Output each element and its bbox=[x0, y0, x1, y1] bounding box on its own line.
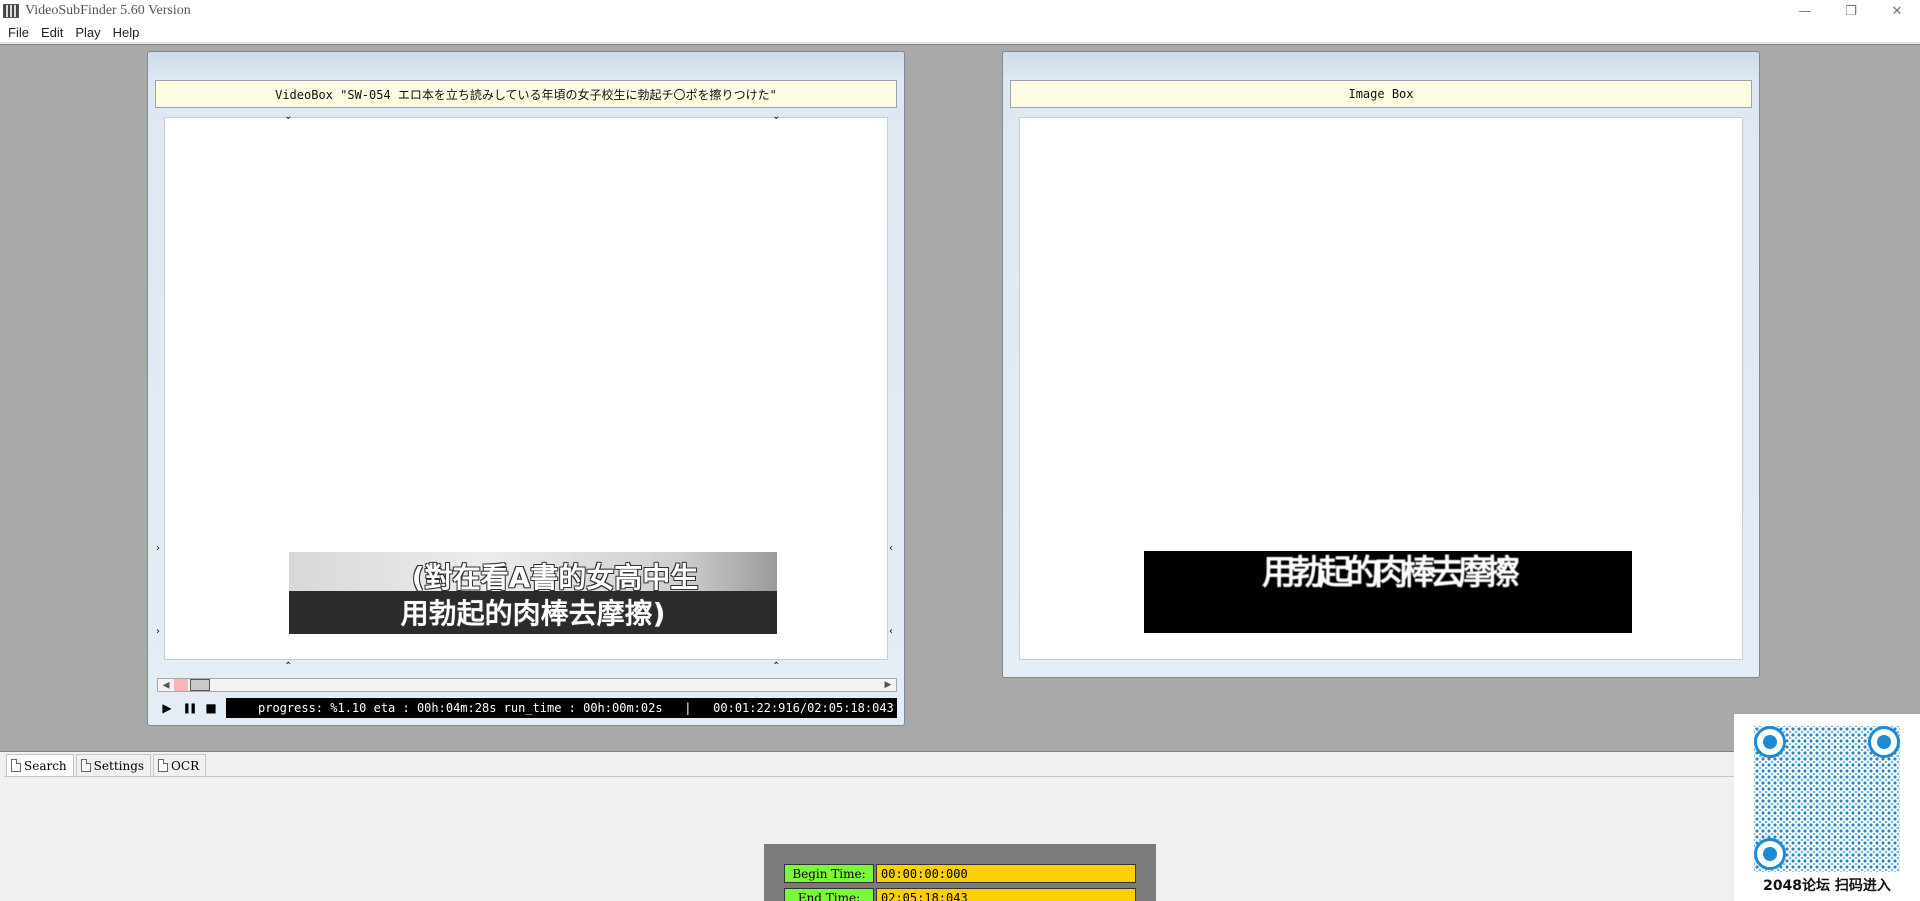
left-bottom-marker[interactable]: › bbox=[156, 627, 160, 637]
play-button[interactable]: ▶ bbox=[156, 698, 178, 718]
page-icon bbox=[11, 759, 21, 772]
top-left-marker[interactable]: ⌄ bbox=[284, 112, 292, 122]
menu-bar: File Edit Play Help bbox=[0, 22, 1920, 43]
menu-edit[interactable]: Edit bbox=[35, 25, 69, 40]
subtitle-frame: (對在看A書的女高中生 用勃起的肉棒去摩擦) bbox=[289, 552, 777, 634]
image-box-window[interactable]: Image Box 用勃起的肉棒去摩擦 bbox=[1002, 51, 1760, 678]
stop-button[interactable]: ■ bbox=[200, 698, 222, 718]
qr-caption: 2048论坛 扫码进入 bbox=[1763, 878, 1891, 894]
qr-eye-top-right bbox=[1868, 726, 1900, 758]
qr-code-overlay: 2048论坛 扫码进入 bbox=[1734, 714, 1920, 901]
scroll-right-arrow[interactable]: ▶ bbox=[880, 679, 896, 691]
page-icon bbox=[158, 759, 169, 772]
timeline-thumb[interactable] bbox=[190, 679, 210, 691]
bottom-left-marker[interactable]: ⌃ bbox=[284, 662, 292, 672]
restore-button[interactable]: ❐ bbox=[1828, 0, 1874, 22]
menu-help[interactable]: Help bbox=[107, 25, 146, 40]
tab-bar: Search Settings OCR bbox=[6, 754, 208, 776]
tab-settings[interactable]: Settings bbox=[75, 754, 152, 776]
tab-ocr[interactable]: OCR bbox=[153, 754, 207, 776]
tab-search-label: Search bbox=[24, 758, 67, 773]
tab-search[interactable]: Search bbox=[6, 754, 74, 776]
workspace: VideoBox "SW-054 エロ本を立ち読みしている年頃の女子校生に勃起チ… bbox=[0, 44, 1920, 752]
right-top-marker[interactable]: ‹ bbox=[889, 544, 893, 554]
tab-settings-label: Settings bbox=[93, 758, 145, 773]
end-time-row: End Time: 02:05:18:043 bbox=[784, 888, 1136, 901]
window-controls: — ❐ ✕ bbox=[1782, 0, 1920, 22]
menu-file[interactable]: File bbox=[2, 25, 35, 40]
top-right-marker[interactable]: ⌄ bbox=[772, 112, 780, 122]
begin-time-field[interactable]: 00:00:00:000 bbox=[876, 864, 1136, 883]
menu-play[interactable]: Play bbox=[69, 25, 106, 40]
processed-image: 用勃起的肉棒去摩擦 bbox=[1144, 551, 1632, 633]
end-time-label: End Time: bbox=[784, 888, 874, 901]
video-box-window[interactable]: VideoBox "SW-054 エロ本を立ち読みしている年頃の女子校生に勃起チ… bbox=[147, 51, 905, 726]
image-box-title: Image Box bbox=[1010, 80, 1752, 108]
subtitle-line-2: 用勃起的肉棒去摩擦) bbox=[400, 597, 666, 630]
window-title: VideoSubFinder 5.60 Version bbox=[25, 3, 191, 18]
qr-eye-top-left bbox=[1754, 726, 1786, 758]
progress-status: progress: %1.10 eta : 00h:04m:28s run_ti… bbox=[226, 698, 897, 718]
played-range bbox=[174, 679, 188, 691]
time-panel: Begin Time: 00:00:00:000 End Time: 02:05… bbox=[764, 844, 1156, 901]
playback-controls: ▶ ❚❚ ■ bbox=[156, 698, 222, 718]
video-box-title: VideoBox "SW-054 エロ本を立ち読みしている年頃の女子校生に勃起チ… bbox=[155, 80, 897, 108]
app-icon bbox=[3, 4, 19, 18]
title-bar: VideoSubFinder 5.60 Version — ❐ ✕ bbox=[0, 0, 1920, 22]
close-button[interactable]: ✕ bbox=[1874, 0, 1920, 22]
qr-eye-bottom-left bbox=[1754, 838, 1786, 870]
begin-time-row: Begin Time: 00:00:00:000 bbox=[784, 864, 1136, 883]
begin-time-label: Begin Time: bbox=[784, 864, 874, 883]
end-time-field[interactable]: 02:05:18:043 bbox=[876, 888, 1136, 901]
subtitle-line-1: (對在看A書的女高中生 bbox=[411, 561, 699, 594]
processed-text: 用勃起的肉棒去摩擦 bbox=[1262, 553, 1520, 593]
scroll-left-arrow[interactable]: ▶ bbox=[158, 679, 174, 691]
bottom-right-marker[interactable]: ⌃ bbox=[772, 662, 780, 672]
page-icon bbox=[80, 759, 91, 772]
tab-ocr-label: OCR bbox=[171, 758, 200, 773]
left-top-marker[interactable]: › bbox=[156, 544, 160, 554]
timeline-scrollbar[interactable]: ▶ ▶ bbox=[157, 678, 897, 692]
pause-button[interactable]: ❚❚ bbox=[178, 698, 200, 718]
right-bottom-marker[interactable]: ‹ bbox=[889, 627, 893, 637]
minimize-button[interactable]: — bbox=[1782, 0, 1828, 22]
